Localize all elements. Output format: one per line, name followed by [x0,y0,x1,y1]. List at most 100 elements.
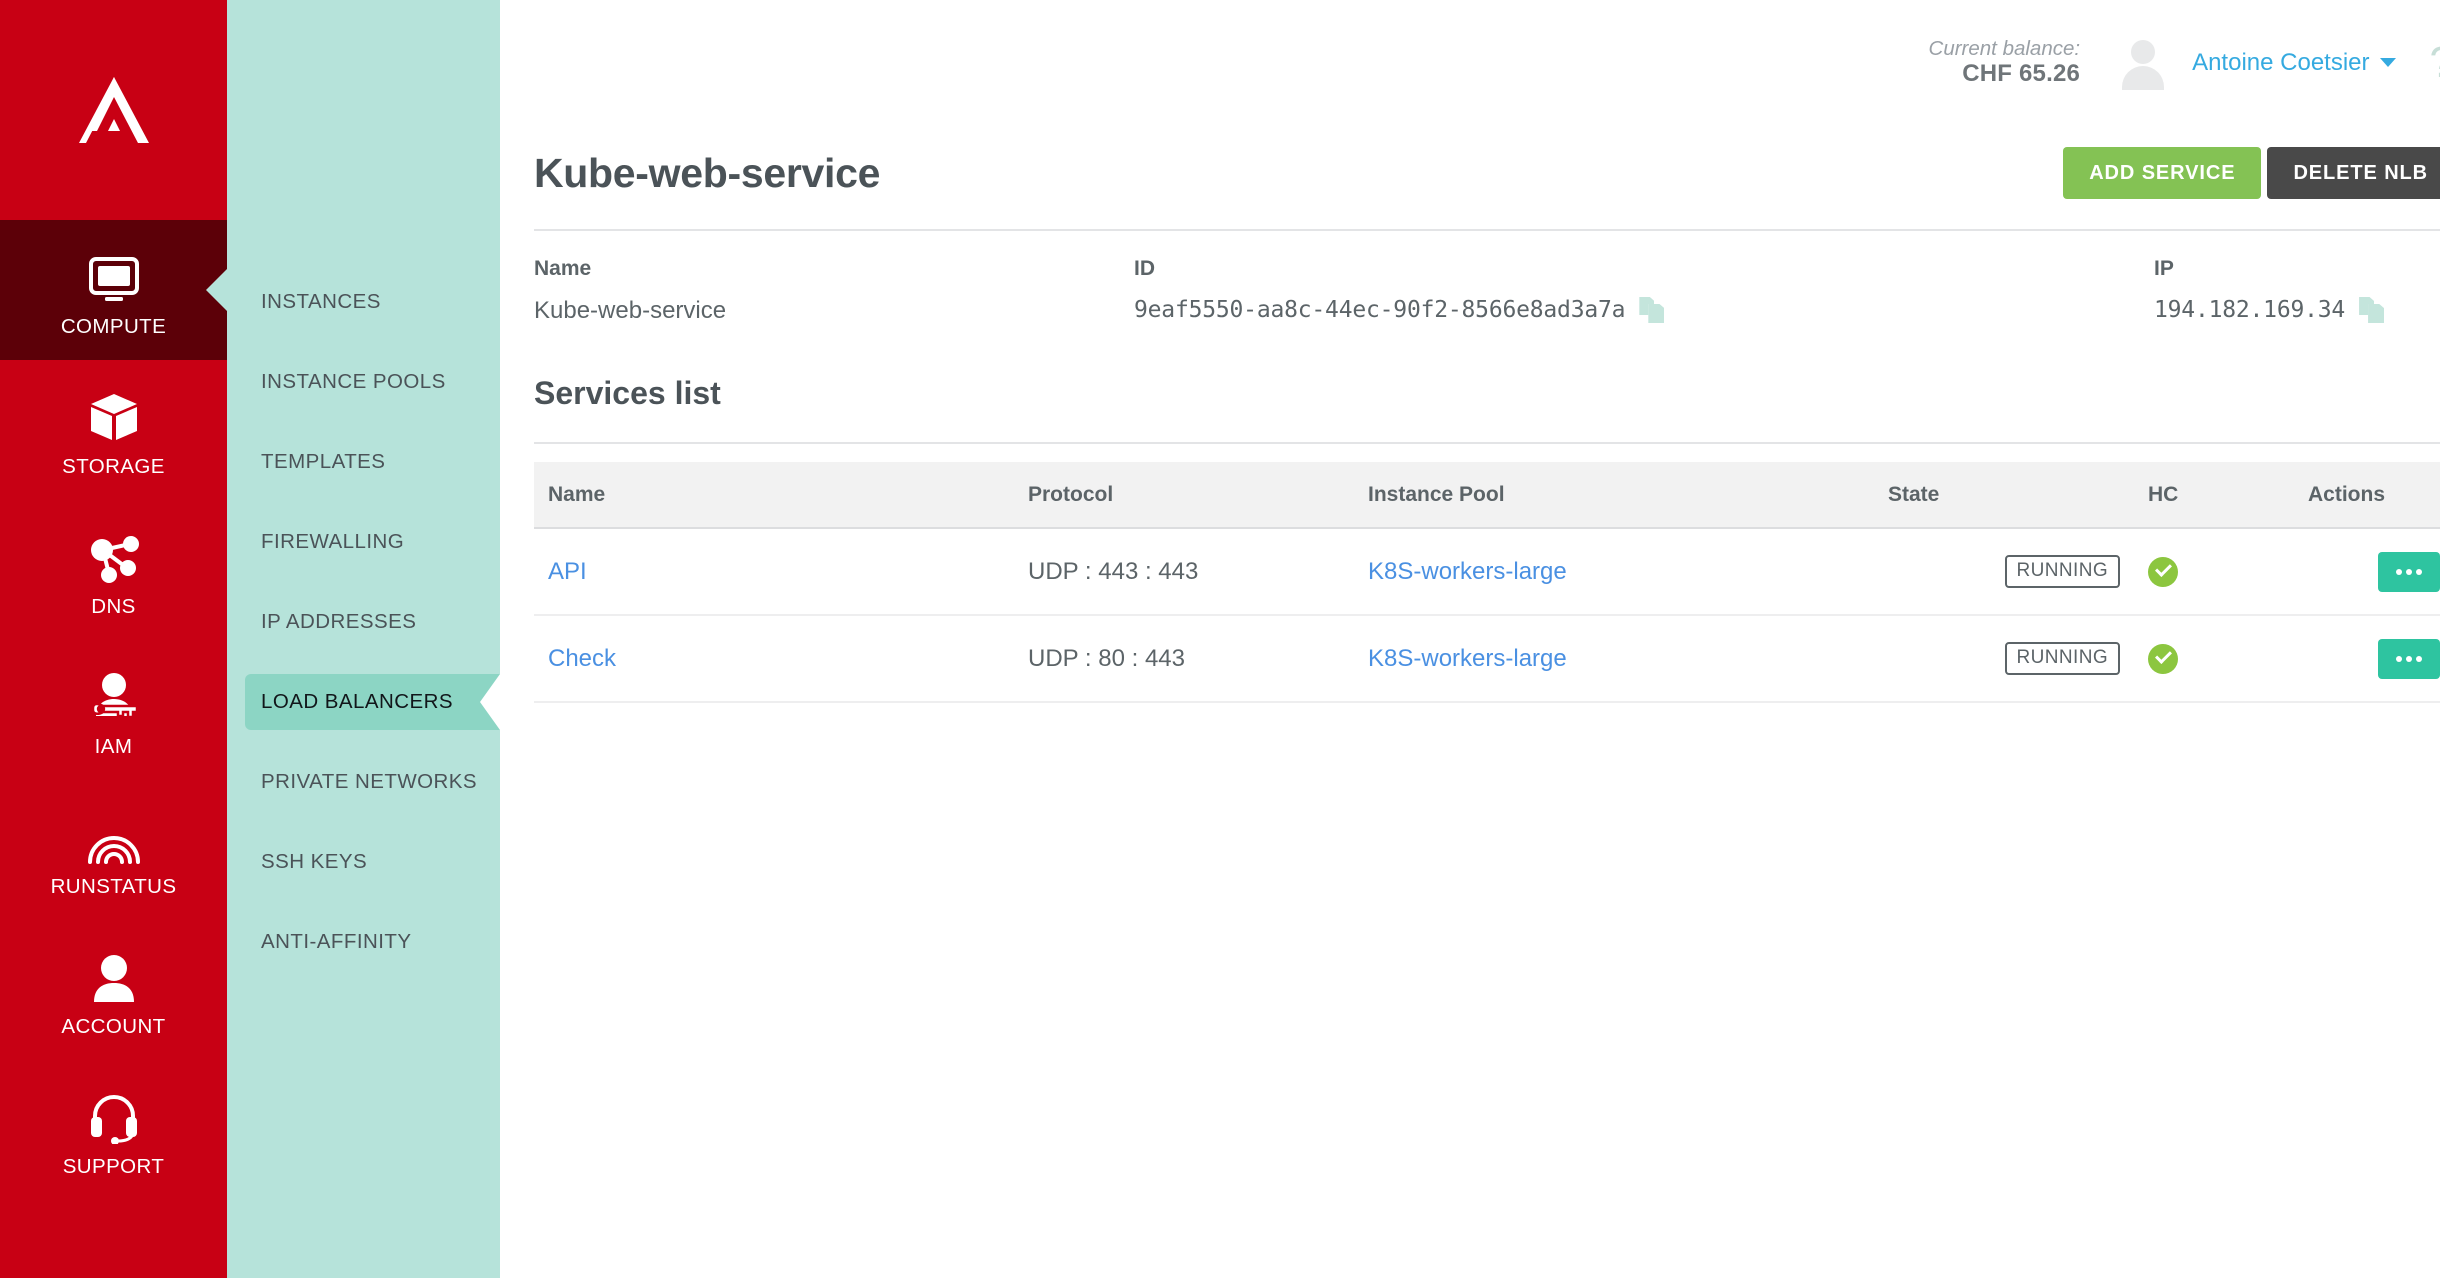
help-icon[interactable]: ? [2430,41,2440,85]
chevron-down-icon [2380,58,2396,67]
subnav-item-instance-pools[interactable]: INSTANCE POOLS [227,342,500,422]
cell-instance-pool: K8S-workers-large [1354,615,1874,702]
instance-pool-link[interactable]: K8S-workers-large [1368,558,1567,585]
subnav-item-load-balancers[interactable]: LOAD BALANCERS [227,662,500,742]
user-icon [89,942,139,1004]
sidebar-label-runstatus: RUNSTATUS [51,877,177,898]
cell-hc [2134,615,2294,702]
cell-state: RUNNING [1874,615,2134,702]
sidebar-item-support[interactable]: SUPPORT [0,1060,227,1200]
subnav-label-private-networks: PRIVATE NETWORKS [261,770,477,794]
sidebar-label-dns: DNS [91,597,135,618]
current-balance: Current balance: CHF 65.26 [1929,37,2081,88]
row-actions-button[interactable] [2378,639,2440,679]
ellipsis-dot [2416,569,2422,575]
subnav-item-firewalling[interactable]: FIREWALLING [227,502,500,582]
info-label-ip: IP [2154,257,2440,281]
delete-nlb-button[interactable]: DELETE NLB [2267,147,2440,199]
subnav-item-templates[interactable]: TEMPLATES [227,422,500,502]
secondary-sidebar: INSTANCES INSTANCE POOLS TEMPLATES FIREW… [227,0,500,1278]
sidebar-label-account: ACCOUNT [61,1017,165,1038]
table-row: API UDP : 443 : 443 K8S-workers-large RU… [534,528,2440,615]
subnav-item-instances[interactable]: INSTANCES [227,262,500,342]
monitor-icon [88,242,140,304]
avatar-body [2122,66,2164,90]
avatar-head [2131,40,2155,64]
copy-icon-ip[interactable] [2359,297,2385,323]
sidebar-item-dns[interactable]: DNS [0,500,227,640]
content-area: Kube-web-service ADD SERVICE DELETE NLB … [500,125,2440,703]
page-header: Kube-web-service ADD SERVICE DELETE NLB [534,125,2440,229]
service-link-api[interactable]: API [548,558,587,585]
instance-pool-link[interactable]: K8S-workers-large [1368,645,1567,672]
page-title: Kube-web-service [534,150,880,197]
info-col-ip: IP 194.182.169.34 [2154,257,2440,325]
status-badge: RUNNING [2005,642,2120,675]
col-header-state: State [1874,462,2134,528]
row-actions-button[interactable] [2378,552,2440,592]
exoscale-logo[interactable] [0,0,227,220]
sidebar-item-iam[interactable]: IAM [0,640,227,780]
services-table-head: Name Protocol Instance Pool State HC Act… [534,462,2440,528]
user-key-icon [87,662,141,724]
add-service-button[interactable]: ADD SERVICE [2063,147,2261,199]
info-label-id: ID [1134,257,2154,281]
subnav-label-ip-addresses: IP ADDRESSES [261,610,416,634]
broadcast-icon [85,802,143,864]
copy-sheet-front [2368,304,2384,323]
cell-protocol: UDP : 80 : 443 [1014,615,1354,702]
subnav-item-private-networks[interactable]: PRIVATE NETWORKS [227,742,500,822]
info-col-id: ID 9eaf5550-aa8c-44ec-90f2-8566e8ad3a7a [1134,257,2154,325]
subnav-label-instances: INSTANCES [261,290,381,314]
info-value-name: Kube-web-service [534,297,1134,325]
copy-sheet-front [1648,304,1664,323]
subnav-label-ssh-keys: SSH KEYS [261,850,367,874]
service-link-check[interactable]: Check [548,645,616,672]
sidebar-item-storage[interactable]: STORAGE [0,360,227,500]
balance-label: Current balance: [1929,37,2081,61]
headset-icon [87,1082,141,1144]
info-value-ip: 194.182.169.34 [2154,297,2345,323]
info-value-ip-wrap: 194.182.169.34 [2154,297,2440,323]
main-content: Current balance: CHF 65.26 Antoine Coets… [500,0,2440,1278]
cell-hc [2134,528,2294,615]
sidebar-item-account[interactable]: ACCOUNT [0,920,227,1060]
sidebar-label-compute: COMPUTE [61,317,166,338]
sidebar-item-runstatus[interactable]: RUNSTATUS [0,780,227,920]
table-header-row: Name Protocol Instance Pool State HC Act… [534,462,2440,528]
cell-actions [2294,528,2440,615]
services-table: Name Protocol Instance Pool State HC Act… [534,462,2440,703]
info-value-id-wrap: 9eaf5550-aa8c-44ec-90f2-8566e8ad3a7a [1134,297,2154,323]
cell-actions [2294,615,2440,702]
cell-name: Check [534,615,1014,702]
subnav-item-anti-affinity[interactable]: ANTI-AFFINITY [227,902,500,982]
active-arrow-notch [480,674,500,730]
network-icon [87,522,141,584]
ellipsis-dot [2396,656,2402,662]
primary-sidebar: COMPUTE STORAGE [0,0,227,1278]
user-menu[interactable]: Antoine Coetsier [2192,49,2395,77]
health-check-ok-icon [2148,557,2178,587]
subnav-item-ssh-keys[interactable]: SSH KEYS [227,822,500,902]
col-header-protocol: Protocol [1014,462,1354,528]
sidebar-label-support: SUPPORT [63,1157,165,1178]
health-check-ok-icon [2148,644,2178,674]
cell-instance-pool: K8S-workers-large [1354,528,1874,615]
sidebar-label-storage: STORAGE [62,457,165,478]
col-header-actions: Actions [2294,462,2440,528]
ellipsis-dot [2416,656,2422,662]
sidebar-item-compute[interactable]: COMPUTE [0,220,227,360]
table-row: Check UDP : 80 : 443 K8S-workers-large R… [534,615,2440,702]
sidebar-label-iam: IAM [95,737,133,758]
copy-icon-id[interactable] [1639,297,1665,323]
app-root: COMPUTE STORAGE [0,0,2440,1278]
page-actions: ADD SERVICE DELETE NLB [2063,147,2440,199]
cell-name: API [534,528,1014,615]
info-label-name: Name [534,257,1134,281]
subnav-label-templates: TEMPLATES [261,450,385,474]
nlb-info-row: Name Kube-web-service ID 9eaf5550-aa8c-4… [534,231,2440,349]
subnav-label-firewalling: FIREWALLING [261,530,404,554]
subnav-item-ip-addresses[interactable]: IP ADDRESSES [227,582,500,662]
cell-protocol: UDP : 443 : 443 [1014,528,1354,615]
top-bar: Current balance: CHF 65.26 Antoine Coets… [500,0,2440,125]
